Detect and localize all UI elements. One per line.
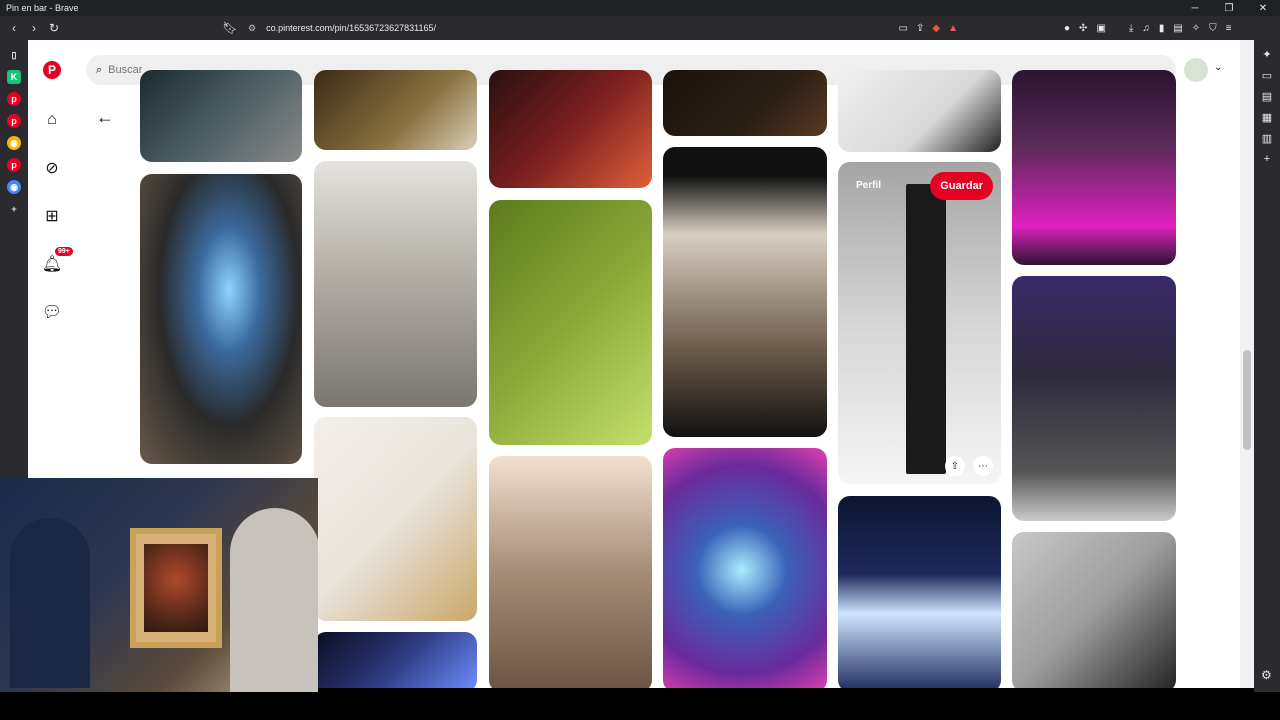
minimize-button[interactable]: ─ xyxy=(1178,3,1212,14)
pin-card[interactable] xyxy=(838,496,1001,688)
search-icon: ⌕ xyxy=(96,63,103,76)
pin-card[interactable] xyxy=(1012,532,1176,688)
pin-card[interactable] xyxy=(140,70,302,162)
pin-card[interactable] xyxy=(314,417,477,621)
notifications-icon[interactable]: 🔔︎ 99+ xyxy=(41,247,73,275)
bottom-bar xyxy=(0,692,1280,720)
k-app-icon[interactable]: K xyxy=(7,70,21,84)
page-scrollbar[interactable] xyxy=(1240,40,1254,688)
create-icon[interactable]: ⊞ xyxy=(41,205,63,227)
bookmarks-icon[interactable]: ▦ xyxy=(1262,111,1272,124)
pin-card[interactable] xyxy=(314,632,477,688)
notification-badge: 99+ xyxy=(55,247,73,256)
add-icon[interactable]: + xyxy=(7,202,21,216)
explore-icon[interactable]: ⊘ xyxy=(41,157,63,179)
url-text: co.pinterest.com/pin/16536723627831165/ xyxy=(266,23,437,33)
wallet-icon[interactable]: ▤ xyxy=(1262,90,1272,103)
pinterest-logo-icon[interactable]: P xyxy=(43,61,61,79)
brave-shields-icon[interactable]: ◆ xyxy=(932,23,940,34)
pinterest-tab-icon[interactable]: p xyxy=(7,92,21,106)
avatar[interactable] xyxy=(1184,58,1208,82)
address-bar[interactable]: ⚙ co.pinterest.com/pin/16536723627831165… xyxy=(240,18,966,38)
leo-icon[interactable]: ✦ xyxy=(1262,48,1271,61)
pin-card[interactable] xyxy=(314,70,477,150)
forward-icon[interactable]: › xyxy=(24,21,44,35)
cast-icon[interactable]: ▭ xyxy=(899,23,908,34)
pin-card[interactable] xyxy=(1012,70,1176,265)
chevron-down-icon[interactable]: ⌄ xyxy=(1214,62,1222,73)
browser-toolbar: ‹ › ↻ 🔖︎ ⚙ co.pinterest.com/pin/16536723… xyxy=(0,16,1280,40)
url-actions: ▭ ⇪ ◆ ▲ xyxy=(899,18,958,38)
sidebar-panel-icon[interactable]: ▯ xyxy=(7,48,21,62)
pin-card[interactable] xyxy=(314,161,477,407)
menu-icon[interactable]: ≡ xyxy=(1226,23,1232,34)
sidebar-toggle-icon[interactable]: ▮ xyxy=(1159,23,1165,34)
share-icon[interactable]: ⇪ xyxy=(916,23,924,34)
save-button[interactable]: Guardar xyxy=(930,172,993,200)
pin-card[interactable] xyxy=(838,70,1001,152)
pin-card[interactable] xyxy=(663,147,827,437)
pin-card[interactable] xyxy=(489,200,652,445)
vpn-icon[interactable]: ⛉ xyxy=(1209,23,1217,34)
chrome-icon[interactable]: ◉ xyxy=(7,180,21,194)
extensions-bar: ● ✣ ▣ ⤓ ♫ ▮ ▤ ✧ ⛉ ≡ xyxy=(1064,18,1232,38)
more-options-icon[interactable]: ⋯ xyxy=(973,456,993,476)
window-title: Pin en bar - Brave xyxy=(6,3,79,13)
pinterest-tab-icon[interactable]: p xyxy=(7,158,21,172)
pin-card[interactable] xyxy=(663,448,827,688)
search-input[interactable]: Buscar xyxy=(108,64,142,76)
window-titlebar: Pin en bar - Brave ─ ❐ ✕ xyxy=(0,0,1280,16)
close-window-button[interactable]: ✕ xyxy=(1246,3,1280,14)
brave-rewards-icon[interactable]: ▲ xyxy=(948,23,958,34)
wallet-icon[interactable]: ▤ xyxy=(1173,23,1182,34)
messages-icon[interactable]: 💬︎ xyxy=(41,301,63,323)
back-arrow-icon[interactable]: ← xyxy=(96,107,114,128)
pin-card[interactable] xyxy=(663,70,827,136)
extension-icon[interactable]: ● xyxy=(1064,23,1070,34)
site-info-icon[interactable]: ⚙ xyxy=(248,23,256,34)
pinterest-tab-icon[interactable]: p xyxy=(7,114,21,128)
person-left xyxy=(10,518,90,688)
puzzle-icon[interactable]: ✣ xyxy=(1079,23,1087,34)
scrollbar-thumb[interactable] xyxy=(1243,350,1251,450)
shelf-image xyxy=(906,184,946,474)
pin-card[interactable] xyxy=(489,70,652,188)
screenshot-icon[interactable]: ▣ xyxy=(1096,23,1105,34)
person-right xyxy=(230,508,318,692)
bookmark-icon[interactable]: 🔖︎ xyxy=(220,21,240,35)
back-icon[interactable]: ‹ xyxy=(4,21,24,35)
reading-list-icon[interactable]: ▥ xyxy=(1262,132,1272,145)
pin-card[interactable] xyxy=(1012,276,1176,521)
pin-card[interactable] xyxy=(489,456,652,688)
media-icon[interactable]: ♫ xyxy=(1142,23,1150,34)
maximize-button[interactable]: ❐ xyxy=(1212,3,1246,14)
webcam-overlay xyxy=(0,478,318,692)
share-icon[interactable]: ⇧ xyxy=(945,456,965,476)
add-icon[interactable]: + xyxy=(1264,153,1270,165)
tab-icon[interactable]: ▭ xyxy=(1262,69,1272,82)
home-icon[interactable]: ⌂ xyxy=(41,109,63,131)
reload-icon[interactable]: ↻ xyxy=(44,21,64,35)
settings-icon[interactable]: ⚙ xyxy=(1261,668,1272,682)
download-icon[interactable]: ⤓ xyxy=(1129,23,1133,34)
pin-card-hovered[interactable]: Perfil Guardar ⇧ ⋯ xyxy=(838,162,1001,484)
chrome-icon[interactable]: ◉ xyxy=(7,136,21,150)
screen: Pin en bar - Brave ─ ❐ ✕ ‹ › ↻ 🔖︎ ⚙ co.p… xyxy=(0,0,1280,720)
leo-icon[interactable]: ✧ xyxy=(1192,23,1200,34)
pin-card[interactable] xyxy=(140,174,302,464)
right-sidebar: ✦ ▭ ▤ ▦ ▥ + ⚙ xyxy=(1254,40,1280,692)
perfil-dropdown[interactable]: Perfil xyxy=(856,180,881,191)
samurai-frame xyxy=(130,528,222,648)
